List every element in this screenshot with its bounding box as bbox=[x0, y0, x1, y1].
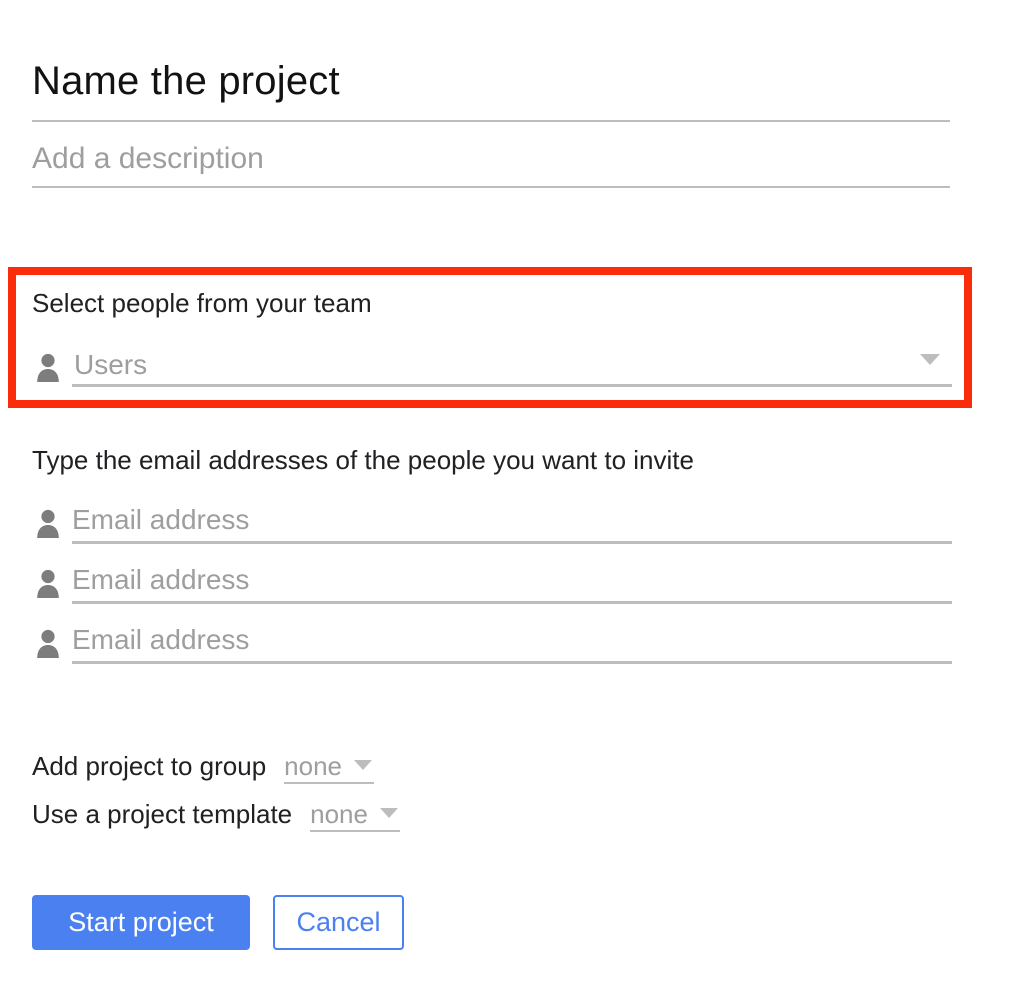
project-template-label: Use a project template bbox=[32, 799, 293, 829]
users-input[interactable]: Users bbox=[74, 348, 147, 382]
email-field-row[interactable]: Email address bbox=[32, 563, 952, 605]
start-project-button[interactable]: Start project bbox=[32, 895, 250, 950]
project-description-field[interactable]: Add a description bbox=[32, 140, 950, 188]
person-icon bbox=[34, 568, 62, 598]
chevron-down-icon[interactable] bbox=[920, 354, 940, 365]
email-underline bbox=[72, 541, 952, 544]
email-underline bbox=[72, 601, 952, 604]
invite-section-label: Type the email addresses of the people y… bbox=[32, 445, 694, 475]
select-underline bbox=[310, 830, 401, 832]
project-template-value: none bbox=[310, 799, 368, 829]
email-input[interactable]: Email address bbox=[72, 563, 249, 597]
team-section-label: Select people from your team bbox=[32, 288, 372, 318]
person-icon bbox=[34, 352, 62, 382]
add-project-to-group-value: none bbox=[284, 751, 342, 781]
project-description-underline bbox=[32, 186, 950, 188]
chevron-down-icon[interactable] bbox=[380, 808, 399, 818]
email-field-row[interactable]: Email address bbox=[32, 503, 952, 545]
email-input[interactable]: Email address bbox=[72, 503, 249, 537]
new-project-form: Name the project Add a description Selec… bbox=[0, 0, 1010, 998]
project-name-input[interactable]: Name the project bbox=[32, 56, 950, 106]
email-underline bbox=[72, 661, 952, 664]
select-underline bbox=[284, 782, 375, 784]
add-project-to-group-select[interactable]: none bbox=[278, 750, 375, 788]
email-input[interactable]: Email address bbox=[72, 623, 249, 657]
cancel-button[interactable]: Cancel bbox=[273, 895, 404, 950]
project-template-select[interactable]: none bbox=[304, 798, 401, 836]
project-template-row: Use a project template none bbox=[32, 798, 401, 838]
chevron-down-icon[interactable] bbox=[354, 760, 373, 770]
person-icon bbox=[34, 628, 62, 658]
add-project-to-group-row: Add project to group none bbox=[32, 750, 375, 790]
users-select[interactable]: Users bbox=[32, 348, 952, 388]
project-description-input[interactable]: Add a description bbox=[32, 140, 950, 178]
add-project-to-group-label: Add project to group bbox=[32, 751, 267, 781]
project-name-field[interactable]: Name the project bbox=[32, 56, 950, 122]
project-name-underline bbox=[32, 120, 950, 122]
users-underline bbox=[72, 384, 952, 387]
email-field-row[interactable]: Email address bbox=[32, 623, 952, 665]
form-actions: Start project Cancel bbox=[32, 895, 404, 950]
person-icon bbox=[34, 508, 62, 538]
